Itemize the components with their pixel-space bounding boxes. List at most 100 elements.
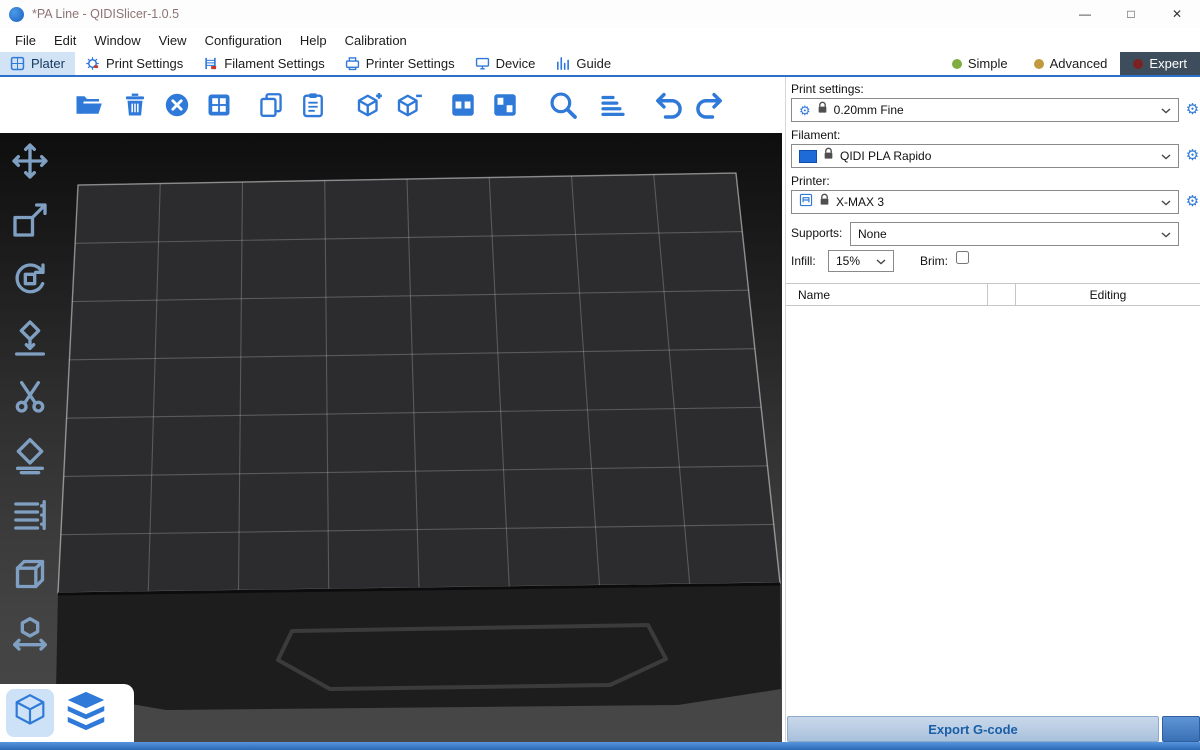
copy-icon[interactable] [254, 84, 288, 126]
tab-print-settings[interactable]: Print Settings [75, 52, 193, 75]
infill-combo[interactable]: 15% [828, 250, 894, 272]
filament-color-swatch [799, 150, 817, 163]
move-tool-icon[interactable] [8, 139, 52, 183]
view-toggle-bar [0, 684, 134, 742]
lock-icon [817, 101, 828, 119]
variable-layer-height-icon[interactable] [596, 84, 630, 126]
place-on-face-tool-icon[interactable] [8, 316, 52, 360]
split-objects-icon[interactable] [446, 84, 480, 126]
app-icon [9, 7, 24, 22]
tab-filament-settings[interactable]: Filament Settings [193, 52, 334, 75]
status-strip [0, 742, 1200, 750]
filament-label: Filament: [791, 128, 840, 142]
tab-bar: Plater Print Settings Filament Settings … [0, 52, 1200, 75]
add-instance-icon[interactable] [352, 84, 386, 126]
menu-calibration[interactable]: Calibration [336, 33, 416, 48]
measure-tool-icon[interactable] [8, 552, 52, 596]
lock-icon [819, 193, 830, 211]
column-editing[interactable]: Editing [1016, 284, 1200, 305]
supports-combo[interactable]: None [850, 222, 1179, 246]
infill-value: 15% [836, 254, 870, 268]
plater-toolbar [0, 77, 782, 133]
printer-settings-icon [345, 56, 360, 71]
undo-icon[interactable] [652, 84, 686, 126]
object-list-header: Name Editing [786, 283, 1200, 306]
print-settings-combo[interactable]: ⚙ 0.20mm Fine [791, 98, 1179, 122]
brim-label: Brim: [920, 254, 948, 268]
filament-gear-icon[interactable]: ⚙ [1184, 147, 1200, 164]
gear-icon: ⚙ [799, 104, 811, 117]
3d-viewport[interactable] [0, 133, 782, 742]
minimize-icon[interactable]: — [1062, 0, 1108, 28]
chevron-down-icon [1161, 101, 1171, 119]
search-icon[interactable] [546, 84, 580, 126]
tab-plater[interactable]: Plater [0, 52, 75, 75]
title-bar: *PA Line - QIDISlicer-1.0.5 — □ ✕ [0, 0, 1200, 28]
delete-all-icon[interactable] [160, 84, 194, 126]
mode-advanced[interactable]: Advanced [1021, 52, 1121, 75]
object-list[interactable] [786, 306, 1200, 711]
cut-tool-icon[interactable] [8, 375, 52, 419]
printer-combo[interactable]: X-MAX 3 [791, 190, 1179, 214]
layers-preview-icon [64, 690, 108, 737]
menu-window[interactable]: Window [85, 33, 149, 48]
close-icon[interactable]: ✕ [1154, 0, 1200, 28]
filament-settings-icon [203, 56, 218, 71]
tab-guide[interactable]: Guide [545, 52, 621, 75]
tab-printer-settings[interactable]: Printer Settings [335, 52, 465, 75]
settings-sidebar: Print settings: ⚙ 0.20mm Fine ⚙ Filament… [785, 77, 1200, 742]
print-settings-gear-icon[interactable]: ⚙ [1184, 101, 1200, 118]
preview-view-button[interactable] [62, 689, 110, 737]
tab-device[interactable]: Device [465, 52, 546, 75]
chevron-down-icon [1161, 193, 1171, 211]
paste-icon[interactable] [296, 84, 330, 126]
filament-value: QIDI PLA Rapido [840, 149, 1155, 163]
printer-icon [799, 193, 813, 212]
export-options-button[interactable] [1162, 716, 1200, 742]
print-settings-icon [85, 56, 100, 71]
menu-configuration[interactable]: Configuration [196, 33, 291, 48]
guide-icon [555, 56, 570, 71]
column-extruder [988, 284, 1016, 305]
menu-file[interactable]: File [6, 33, 45, 48]
printer-gear-icon[interactable]: ⚙ [1184, 193, 1200, 210]
seam-paint-tool-icon[interactable] [8, 434, 52, 478]
printer-label: Printer: [791, 174, 830, 188]
mode-switcher: Simple Advanced Expert [939, 52, 1200, 75]
maximize-icon[interactable]: □ [1108, 0, 1154, 28]
editor-view-button[interactable] [6, 689, 54, 737]
spacing-tool-icon[interactable] [8, 611, 52, 655]
plater-icon [10, 56, 25, 71]
column-name[interactable]: Name [786, 284, 988, 305]
remove-instance-icon[interactable] [392, 84, 426, 126]
printer-base [56, 583, 781, 710]
menu-help[interactable]: Help [291, 33, 336, 48]
print-settings-value: 0.20mm Fine [834, 103, 1155, 117]
open-project-icon[interactable] [72, 84, 106, 126]
arrange-icon[interactable] [202, 84, 236, 126]
export-row: Export G-code [787, 716, 1200, 742]
print-bed-scene [0, 133, 782, 742]
delete-icon[interactable] [118, 84, 152, 126]
rotate-tool-icon[interactable] [8, 257, 52, 301]
export-gcode-button[interactable]: Export G-code [787, 716, 1159, 742]
redo-icon[interactable] [692, 84, 726, 126]
scale-tool-icon[interactable] [8, 198, 52, 242]
split-parts-icon[interactable] [488, 84, 522, 126]
menu-view[interactable]: View [150, 33, 196, 48]
printer-value: X-MAX 3 [836, 195, 1155, 209]
gizmo-toolbar [8, 139, 52, 655]
simple-mode-dot-icon [952, 59, 962, 69]
brim-checkbox[interactable] [956, 251, 969, 264]
menu-edit[interactable]: Edit [45, 33, 85, 48]
lock-icon [823, 147, 834, 165]
qidislicer-window: *PA Line - QIDISlicer-1.0.5 — □ ✕ File E… [0, 0, 1200, 750]
expert-mode-dot-icon [1133, 59, 1143, 69]
supports-label: Supports: [791, 226, 842, 240]
window-title: *PA Line - QIDISlicer-1.0.5 [32, 7, 179, 21]
mode-simple[interactable]: Simple [939, 52, 1021, 75]
mode-expert[interactable]: Expert [1120, 52, 1200, 75]
chevron-down-icon [1161, 225, 1171, 243]
filament-combo[interactable]: QIDI PLA Rapido [791, 144, 1179, 168]
height-range-tool-icon[interactable] [8, 493, 52, 537]
